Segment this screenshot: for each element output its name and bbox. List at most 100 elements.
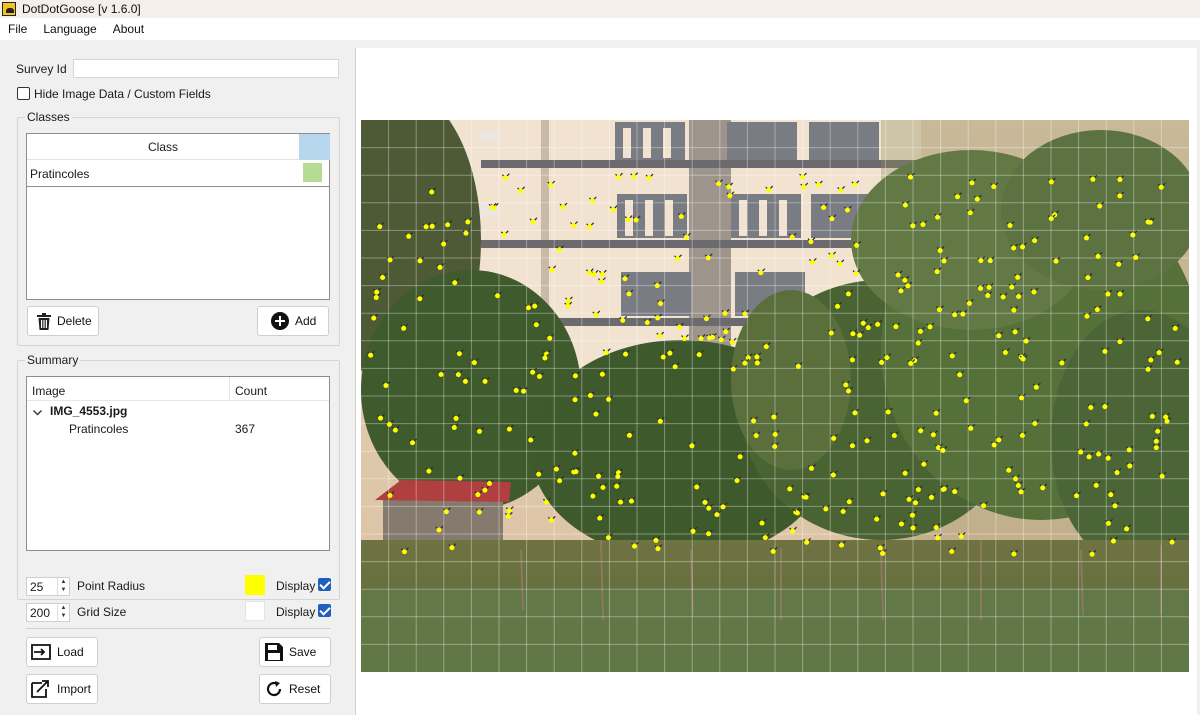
annotation-point[interactable]: [927, 324, 933, 330]
annotation-point[interactable]: [506, 508, 512, 514]
annotation-point[interactable]: [667, 350, 673, 356]
annotation-point[interactable]: [486, 481, 492, 487]
annotation-point[interactable]: [854, 242, 860, 248]
annotation-point[interactable]: [565, 298, 571, 304]
annotation-point[interactable]: [482, 487, 488, 493]
annotation-point[interactable]: [907, 174, 913, 180]
annotation-point[interactable]: [657, 418, 663, 424]
annotation-point[interactable]: [908, 360, 914, 366]
annotation-point[interactable]: [910, 223, 916, 229]
annotation-point[interactable]: [1089, 551, 1095, 557]
reset-button[interactable]: Reset: [259, 674, 331, 704]
annotation-point[interactable]: [410, 440, 416, 446]
annotation-point[interactable]: [1172, 325, 1178, 331]
annotation-point[interactable]: [1153, 438, 1159, 444]
annotation-point[interactable]: [884, 355, 890, 361]
annotation-point[interactable]: [436, 527, 442, 533]
annotation-point[interactable]: [935, 214, 941, 220]
annotation-point[interactable]: [605, 535, 611, 541]
annotation-point[interactable]: [547, 335, 553, 341]
annotation-point[interactable]: [902, 202, 908, 208]
annotation-point[interactable]: [1094, 307, 1100, 313]
annotation-point[interactable]: [476, 428, 482, 434]
annotation-point[interactable]: [401, 325, 407, 331]
annotation-point[interactable]: [1169, 539, 1175, 545]
annotation-point[interactable]: [706, 531, 712, 537]
annotation-point[interactable]: [865, 325, 871, 331]
annotation-point[interactable]: [1012, 329, 1018, 335]
annotation-point[interactable]: [528, 437, 534, 443]
annotation-point[interactable]: [991, 184, 997, 190]
point-display-checkbox[interactable]: [318, 578, 331, 591]
annotation-point[interactable]: [506, 426, 512, 432]
import-button[interactable]: Import: [26, 674, 98, 704]
annotation-point[interactable]: [977, 285, 983, 291]
annotation-point[interactable]: [377, 224, 383, 230]
annotation-point[interactable]: [952, 312, 958, 318]
annotation-point[interactable]: [626, 432, 632, 438]
annotation-point[interactable]: [378, 415, 384, 421]
annotation-point[interactable]: [392, 427, 398, 433]
annotation-point[interactable]: [557, 247, 563, 253]
annotation-point[interactable]: [587, 393, 593, 399]
annotation-point[interactable]: [465, 219, 471, 225]
annotation-point[interactable]: [536, 471, 542, 477]
annotation-point[interactable]: [996, 333, 1002, 339]
annotation-point[interactable]: [565, 303, 571, 309]
annotation-point[interactable]: [937, 248, 943, 254]
annotation-point[interactable]: [917, 328, 923, 334]
annotation-point[interactable]: [703, 316, 709, 322]
annotation-point[interactable]: [937, 307, 943, 313]
annotation-point[interactable]: [837, 261, 843, 267]
annotation-point[interactable]: [616, 174, 622, 180]
annotation-point[interactable]: [1130, 232, 1136, 238]
annotation-point[interactable]: [1127, 463, 1133, 469]
annotation-point[interactable]: [1032, 238, 1038, 244]
annotation-point[interactable]: [852, 410, 858, 416]
annotation-point[interactable]: [1116, 261, 1122, 267]
annotation-point[interactable]: [525, 305, 531, 311]
annotation-point[interactable]: [587, 224, 593, 230]
annotation-point[interactable]: [502, 175, 508, 181]
annotation-point[interactable]: [1086, 454, 1092, 460]
annotation-point[interactable]: [751, 418, 757, 424]
annotation-point[interactable]: [754, 354, 760, 360]
annotation-point[interactable]: [935, 535, 941, 541]
annotation-point[interactable]: [1016, 294, 1022, 300]
annotation-point[interactable]: [726, 184, 732, 190]
annotation-point[interactable]: [1149, 413, 1155, 419]
annotation-point[interactable]: [482, 378, 488, 384]
annotation-point[interactable]: [1083, 421, 1089, 427]
annotation-point[interactable]: [676, 324, 682, 330]
annotation-point[interactable]: [557, 478, 563, 484]
annotation-point[interactable]: [429, 223, 435, 229]
load-button[interactable]: Load: [26, 637, 98, 667]
annotation-point[interactable]: [759, 520, 765, 526]
annotation-point[interactable]: [1093, 482, 1099, 488]
annotation-point[interactable]: [1002, 349, 1008, 355]
annotation-point[interactable]: [1145, 366, 1151, 372]
annotation-point[interactable]: [532, 303, 538, 309]
annotation-point[interactable]: [599, 371, 605, 377]
annotation-point[interactable]: [850, 331, 856, 337]
annotation-point[interactable]: [1088, 404, 1094, 410]
annotation-point[interactable]: [968, 425, 974, 431]
annotation-point[interactable]: [1090, 176, 1096, 182]
annotation-point[interactable]: [1156, 350, 1162, 356]
annotation-point[interactable]: [772, 431, 778, 437]
annotation-point[interactable]: [689, 443, 695, 449]
class-row[interactable]: Pratincoles: [27, 160, 330, 187]
annotation-point[interactable]: [815, 182, 821, 188]
annotation-point[interactable]: [742, 360, 748, 366]
annotation-point[interactable]: [843, 382, 849, 388]
annotation-point[interactable]: [828, 330, 834, 336]
annotation-point[interactable]: [877, 545, 883, 551]
annotation-point[interactable]: [1110, 538, 1116, 544]
annotation-point[interactable]: [644, 319, 650, 325]
annotation-point[interactable]: [941, 486, 947, 492]
annotation-point[interactable]: [763, 344, 769, 350]
annotation-point[interactable]: [905, 283, 911, 289]
annotation-point[interactable]: [875, 321, 881, 327]
annotation-point[interactable]: [455, 372, 461, 378]
annotation-point[interactable]: [452, 280, 458, 286]
